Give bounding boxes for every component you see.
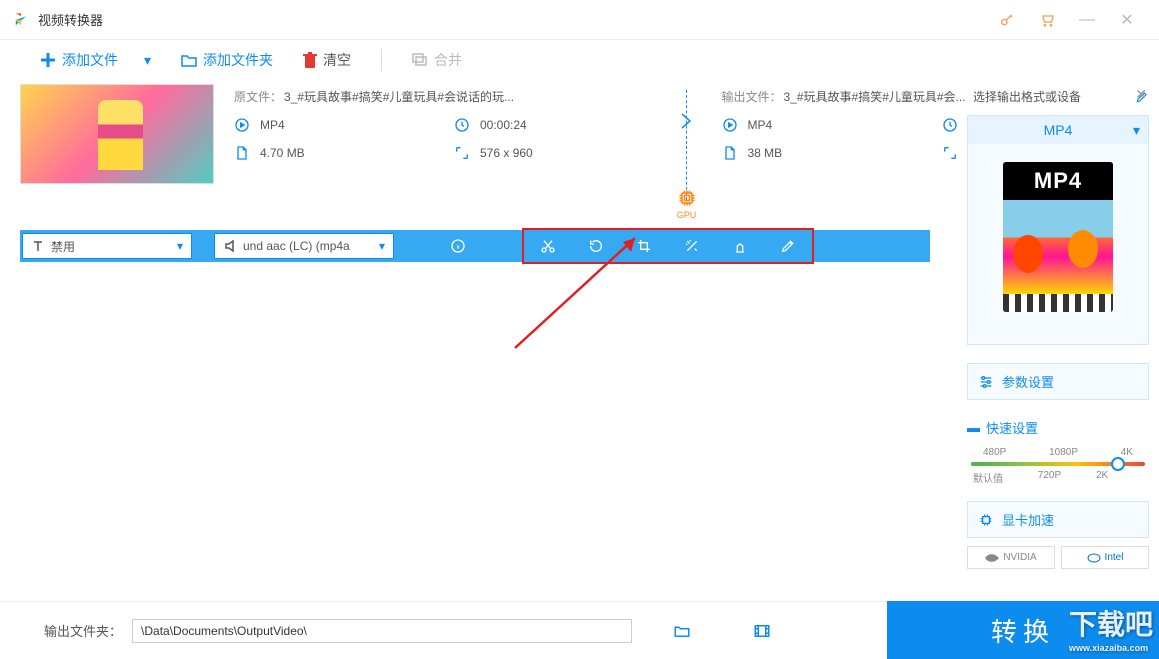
quick-settings: ▬快速设置 480P 1080P 4K 默认值 720P 2K <box>967 418 1149 487</box>
clock-icon <box>454 117 470 133</box>
slider-knob[interactable] <box>1111 457 1125 471</box>
text-icon <box>31 239 45 253</box>
output-filename: 3_#玩具故事#搞笑#儿童玩具#会... <box>784 88 966 105</box>
app-title: 视频转换器 <box>38 10 103 29</box>
subtitle-value: 禁用 <box>51 238 75 255</box>
file-icon <box>234 145 250 161</box>
edit-toolbar: 禁用 ▾ und aac (LC) (mp4a ▾ <box>20 230 930 262</box>
resolution-icon <box>454 145 470 161</box>
clear-button[interactable]: 清空 <box>303 50 351 70</box>
gpu-section: 显卡加速 NVIDIA Intel <box>967 501 1149 569</box>
intel-chip[interactable]: Intel <box>1061 546 1149 569</box>
params-label: 参数设置 <box>1002 372 1054 391</box>
key-button[interactable] <box>987 0 1027 40</box>
format-icon <box>722 117 738 133</box>
chevron-down-icon: ▾ <box>1133 122 1140 139</box>
nvidia-icon <box>985 553 999 563</box>
rotate-button[interactable] <box>572 230 620 262</box>
minimize-button[interactable]: — <box>1067 0 1107 40</box>
divider <box>381 49 382 71</box>
resolution-icon <box>942 145 958 161</box>
subtitle-dropdown[interactable]: 禁用 ▾ <box>22 233 192 259</box>
quick-label: 快速设置 <box>986 418 1038 437</box>
audio-dropdown[interactable]: und aac (LC) (mp4a ▾ <box>214 233 394 259</box>
add-file-label: 添加文件 <box>62 50 118 70</box>
speaker-icon <box>223 239 237 253</box>
gpu-accel-label: 显卡加速 <box>1002 510 1054 529</box>
output-format: MP4 <box>748 118 773 132</box>
chip-icon <box>978 512 994 528</box>
merge-button[interactable]: 合并 <box>412 50 462 70</box>
format-preview-icon: MP4 <box>1003 162 1113 312</box>
merge-icon <box>412 53 428 67</box>
highlighted-tools <box>522 228 814 264</box>
close-button[interactable]: ✕ <box>1107 0 1147 40</box>
folder-icon <box>181 53 197 67</box>
sidebar-heading: 选择输出格式或设备 <box>967 88 1149 105</box>
clock-icon <box>942 117 958 133</box>
gpu-accel-button[interactable]: 显卡加速 <box>967 501 1149 538</box>
cart-button[interactable] <box>1027 0 1067 40</box>
subtitle-button[interactable] <box>764 230 812 262</box>
plus-icon <box>40 52 56 68</box>
titlebar: 视频转换器 — ✕ <box>0 0 1159 40</box>
chevron-down-icon: ▾ <box>379 239 385 253</box>
crop-button[interactable] <box>620 230 668 262</box>
gpu-label: GPU <box>677 210 697 220</box>
source-duration: 00:00:24 <box>480 118 527 132</box>
chevron-down-icon: ▾ <box>177 239 183 253</box>
info-button[interactable] <box>434 230 482 262</box>
nvidia-chip[interactable]: NVIDIA <box>967 546 1055 569</box>
output-folder-label: 输出文件夹： <box>44 621 122 640</box>
gpu-badge: GPU <box>677 188 697 220</box>
merge-label: 合并 <box>434 50 462 70</box>
convert-button[interactable]: 转换 <box>887 601 1159 659</box>
output-size: 38 MB <box>748 146 783 160</box>
dropdown-icon[interactable]: ▾ <box>144 52 151 69</box>
format-icon <box>234 117 250 133</box>
watermark-button[interactable] <box>716 230 764 262</box>
source-filename: 3_#玩具故事#搞笑#儿童玩具#会说话的玩... <box>284 88 514 105</box>
source-size: 4.70 MB <box>260 146 305 160</box>
params-button[interactable]: 参数设置 <box>967 363 1149 400</box>
open-folder-button[interactable] <box>672 622 692 640</box>
source-resolution: 576 x 960 <box>480 146 533 160</box>
add-folder-label: 添加文件夹 <box>203 50 273 70</box>
add-folder-button[interactable]: 添加文件夹 <box>181 50 273 70</box>
trash-icon <box>303 52 317 68</box>
cut-button[interactable] <box>524 230 572 262</box>
add-file-button[interactable]: 添加文件 ▾ <box>40 50 151 70</box>
clear-label: 清空 <box>323 50 351 70</box>
format-label: MP4 <box>1044 122 1073 138</box>
format-selector[interactable]: MP4 ▾ MP4 <box>967 115 1149 345</box>
resolution-slider[interactable]: 480P 1080P 4K 默认值 720P 2K <box>971 447 1145 487</box>
sidebar: 选择输出格式或设备 MP4 ▾ MP4 参数设置 ▬快速设置 480P 1080P… <box>967 88 1149 569</box>
file-icon <box>722 145 738 161</box>
main-toolbar: 添加文件 ▾ 添加文件夹 清空 合并 <box>0 40 1159 80</box>
source-column: 原文件：3_#玩具故事#搞笑#儿童玩具#会说话的玩... MP4 00:00:2… <box>214 80 672 230</box>
app-logo-icon <box>12 11 30 29</box>
audio-value: und aac (LC) (mp4a <box>243 239 350 253</box>
chevron-right-icon <box>680 112 694 130</box>
source-format: MP4 <box>260 118 285 132</box>
film-button[interactable] <box>752 622 772 640</box>
video-thumbnail[interactable] <box>20 84 214 184</box>
output-path-input[interactable] <box>132 619 632 643</box>
effect-button[interactable] <box>668 230 716 262</box>
bottom-bar: 输出文件夹： 转换 <box>0 601 1159 659</box>
source-label: 原文件： <box>234 88 282 105</box>
intel-icon <box>1087 553 1101 563</box>
output-label: 输出文件： <box>722 88 782 105</box>
arrow-divider: GPU <box>672 80 702 230</box>
sliders-icon <box>978 374 994 390</box>
